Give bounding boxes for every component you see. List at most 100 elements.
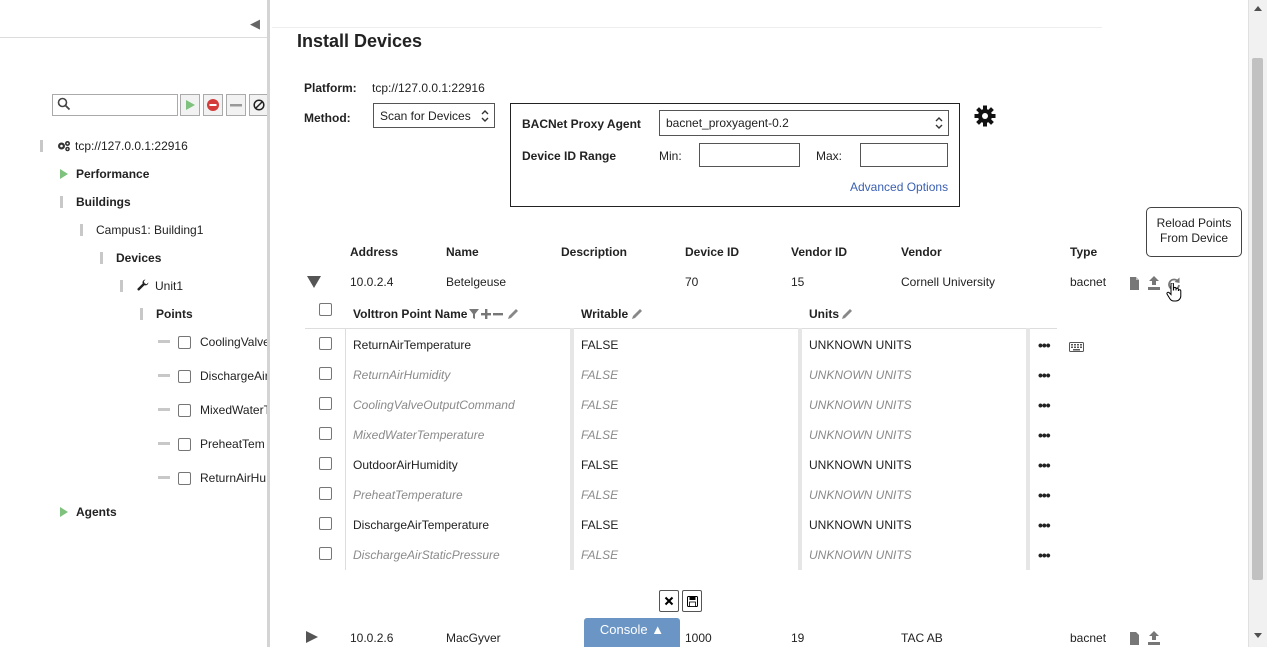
collapse-sidebar-icon[interactable]: ◀ — [250, 16, 264, 32]
tree-item-unit[interactable]: Unit1 — [155, 277, 183, 295]
point-name-cell[interactable]: MixedWaterTemperature — [353, 420, 484, 450]
more-options-icon[interactable]: ••• — [1038, 540, 1051, 570]
filter-icon[interactable] — [469, 309, 479, 319]
file-icon[interactable] — [1129, 632, 1140, 645]
keyboard-icon[interactable] — [1069, 342, 1084, 352]
more-options-icon[interactable]: ••• — [1038, 420, 1051, 450]
advanced-options-link[interactable]: Advanced Options — [850, 180, 948, 194]
writable-cell[interactable]: FALSE — [581, 330, 618, 360]
tree-point-item[interactable]: CoolingValve — [200, 333, 268, 351]
tree-point-item[interactable]: MixedWaterT — [200, 401, 268, 419]
table-row[interactable]: PreheatTemperature FALSE UNKNOWN UNITS ••• — [305, 480, 1057, 510]
units-cell[interactable]: UNKNOWN UNITS — [809, 540, 912, 570]
more-options-icon[interactable]: ••• — [1038, 510, 1051, 540]
writable-cell[interactable]: FALSE — [581, 480, 618, 510]
point-name-cell[interactable]: ReturnAirTemperature — [353, 330, 471, 360]
units-cell[interactable]: UNKNOWN UNITS — [809, 480, 912, 510]
table-row[interactable]: OutdoorAirHumidity FALSE UNKNOWN UNITS ••• — [305, 450, 1057, 480]
minus-icon[interactable] — [493, 309, 503, 319]
units-cell[interactable]: UNKNOWN UNITS — [809, 450, 912, 480]
point-checkbox[interactable] — [178, 404, 191, 417]
table-row[interactable]: DischargeAirTemperature FALSE UNKNOWN UNIT… — [305, 510, 1057, 540]
more-options-icon[interactable]: ••• — [1038, 360, 1051, 390]
remove-button[interactable] — [226, 94, 246, 116]
writable-cell[interactable]: FALSE — [581, 450, 618, 480]
units-cell[interactable]: UNKNOWN UNITS — [809, 390, 912, 420]
tree-item-campus[interactable]: Campus1: Building1 — [96, 221, 203, 239]
row-checkbox[interactable] — [319, 457, 332, 470]
expand-device-icon[interactable] — [306, 631, 318, 643]
units-cell[interactable]: UNKNOWN UNITS — [809, 420, 912, 450]
scroll-up-icon[interactable] — [1254, 6, 1262, 11]
upload-icon[interactable] — [1147, 631, 1161, 645]
tree-point-item[interactable]: ReturnAirHu — [200, 469, 266, 487]
row-checkbox[interactable] — [319, 547, 332, 560]
writable-cell[interactable]: FALSE — [581, 420, 618, 450]
writable-cell[interactable]: FALSE — [581, 540, 618, 570]
point-name-cell[interactable]: OutdoorAirHumidity — [353, 450, 458, 480]
expand-agents-icon[interactable] — [60, 507, 68, 517]
tree-item-platform[interactable]: tcp://127.0.0.1:22916 — [75, 137, 188, 155]
units-cell[interactable]: UNKNOWN UNITS — [809, 510, 912, 540]
point-name-cell[interactable]: CoolingValveOutputCommand — [353, 390, 515, 420]
method-select[interactable]: Scan for Devices — [373, 103, 495, 128]
tree-point-item[interactable]: PreheatTem — [200, 435, 265, 453]
row-checkbox[interactable] — [319, 397, 332, 410]
point-checkbox[interactable] — [178, 472, 191, 485]
point-checkbox[interactable] — [178, 370, 191, 383]
writable-cell[interactable]: FALSE — [581, 360, 618, 390]
point-name-cell[interactable]: DischargeAirStaticPressure — [353, 540, 500, 570]
gear-icon[interactable] — [974, 105, 996, 127]
point-checkbox[interactable] — [178, 438, 191, 451]
clear-button[interactable] — [249, 94, 268, 116]
table-row[interactable]: ReturnAirTemperature FALSE UNKNOWN UNITS ••… — [305, 330, 1057, 360]
row-checkbox[interactable] — [319, 337, 332, 350]
play-button[interactable] — [180, 94, 200, 116]
max-input[interactable] — [860, 143, 948, 167]
table-row[interactable]: ReturnAirHumidity FALSE UNKNOWN UNITS ••• — [305, 360, 1057, 390]
tree-item-points[interactable]: Points — [156, 305, 193, 323]
point-name-cell[interactable]: PreheatTemperature — [353, 480, 463, 510]
cancel-button[interactable] — [659, 590, 679, 612]
row-checkbox[interactable] — [319, 517, 332, 530]
more-options-icon[interactable]: ••• — [1038, 480, 1051, 510]
more-options-icon[interactable]: ••• — [1038, 390, 1051, 420]
plus-icon[interactable] — [481, 309, 491, 319]
table-row[interactable]: MixedWaterTemperature FALSE UNKNOWN UNITS •… — [305, 420, 1057, 450]
point-name-cell[interactable]: DischargeAirTemperature — [353, 510, 489, 540]
scroll-down-icon[interactable] — [1254, 633, 1262, 638]
row-checkbox[interactable] — [319, 427, 332, 440]
tree-item-agents[interactable]: Agents — [76, 503, 117, 521]
units-cell[interactable]: UNKNOWN UNITS — [809, 330, 912, 360]
row-checkbox[interactable] — [319, 367, 332, 380]
main-scrollbar[interactable] — [1248, 0, 1267, 647]
scroll-thumb[interactable] — [1252, 58, 1263, 580]
table-row[interactable]: CoolingValveOutputCommand FALSE UNKNOWN UN… — [305, 390, 1057, 420]
proxy-agent-select[interactable]: bacnet_proxyagent-0.2 — [659, 110, 949, 136]
collapse-device-icon[interactable] — [307, 276, 321, 288]
stop-button[interactable] — [203, 94, 223, 116]
more-options-icon[interactable]: ••• — [1038, 450, 1051, 480]
file-icon[interactable] — [1129, 277, 1140, 290]
tree-item-buildings[interactable]: Buildings — [76, 193, 131, 211]
expand-performance-icon[interactable] — [60, 169, 68, 179]
select-all-checkbox[interactable] — [319, 303, 332, 316]
point-name-cell[interactable]: ReturnAirHumidity — [353, 360, 450, 390]
pencil-icon[interactable] — [632, 308, 643, 319]
units-cell[interactable]: UNKNOWN UNITS — [809, 360, 912, 390]
tree-item-devices[interactable]: Devices — [116, 249, 161, 267]
search-input[interactable] — [52, 94, 178, 116]
min-input[interactable] — [699, 143, 800, 167]
tree-point-item[interactable]: DischargeAir — [200, 367, 268, 385]
row-checkbox[interactable] — [319, 487, 332, 500]
save-button[interactable] — [682, 590, 702, 612]
pencil-icon[interactable] — [842, 308, 853, 319]
tree-item-performance[interactable]: Performance — [76, 165, 149, 183]
upload-icon[interactable] — [1147, 276, 1161, 290]
console-toggle-button[interactable]: Console ▲ — [584, 618, 680, 647]
table-row[interactable]: DischargeAirStaticPressure FALSE UNKNOWN U… — [305, 540, 1057, 570]
writable-cell[interactable]: FALSE — [581, 390, 618, 420]
pencil-icon[interactable] — [508, 308, 519, 319]
writable-cell[interactable]: FALSE — [581, 510, 618, 540]
more-options-icon[interactable]: ••• — [1038, 330, 1051, 360]
